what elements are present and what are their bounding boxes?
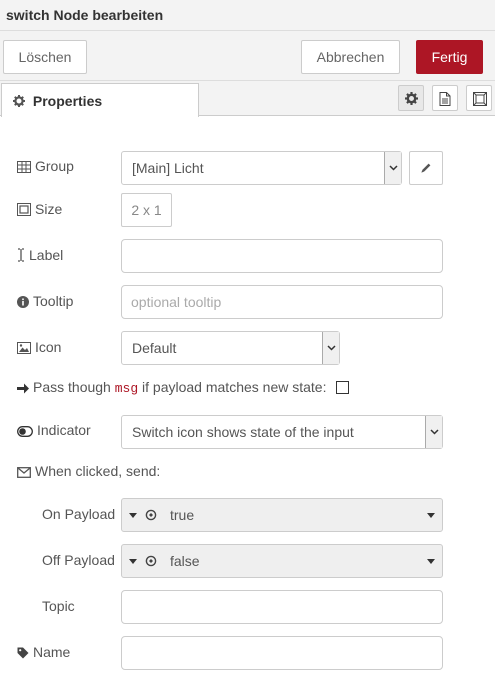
icon-select-value: Default: [132, 340, 177, 356]
chevron-down-icon: [430, 429, 439, 435]
table-icon: [17, 161, 31, 173]
done-button[interactable]: Fertig: [416, 40, 483, 74]
description-tab-button[interactable]: [432, 85, 458, 111]
delete-button[interactable]: Löschen: [3, 40, 87, 74]
label-input[interactable]: [121, 239, 443, 273]
caret-down-icon: [129, 513, 137, 518]
caret-down-icon: [427, 513, 435, 518]
name-label: Name: [17, 644, 70, 660]
document-icon: [439, 92, 451, 106]
appearance-tab-button[interactable]: [466, 85, 492, 111]
passthrough-code: msg: [114, 381, 139, 396]
cancel-button[interactable]: Abbrechen: [301, 40, 400, 74]
name-label-text: Name: [33, 644, 71, 660]
edit-group-button[interactable]: [409, 151, 443, 185]
icon-select[interactable]: Default: [121, 331, 340, 365]
indicator-select-value: Switch icon shows state of the input: [132, 424, 354, 440]
tooltip-placeholder: optional tooltip: [131, 294, 222, 310]
icon-select-arrow: [322, 332, 339, 364]
off-payload-value: false: [170, 553, 200, 569]
dialog-toolbar: Löschen Abbrechen Fertig: [0, 31, 495, 81]
gear-icon: [405, 92, 418, 105]
size-label-text: Size: [35, 201, 63, 217]
settings-tab-button[interactable]: [398, 85, 424, 111]
off-payload-label: Off Payload: [42, 552, 115, 568]
label-label-text: Label: [29, 247, 64, 263]
toggle-icon: [17, 426, 33, 437]
when-clicked-text: When clicked, send:: [35, 463, 161, 479]
pencil-icon: [421, 163, 431, 173]
group-select-value: [Main] Licht: [132, 160, 204, 176]
name-input[interactable]: [121, 636, 443, 670]
group-select-arrow: [384, 152, 401, 184]
group-select[interactable]: [Main] Licht: [121, 151, 402, 185]
tooltip-input[interactable]: optional tooltip: [121, 285, 443, 319]
passthrough-suffix: if payload matches new state:: [142, 379, 327, 395]
gear-icon: [13, 95, 25, 107]
indicator-label: Indicator: [17, 422, 91, 438]
on-payload-input[interactable]: true: [121, 498, 443, 532]
group-label-text: Group: [35, 158, 74, 174]
chevron-down-icon: [389, 165, 398, 171]
passthrough-label: Pass though msg if payload matches new s…: [17, 379, 326, 396]
size-label: Size: [17, 201, 62, 217]
tooltip-label-text: Tooltip: [33, 293, 74, 309]
passthrough-checkbox[interactable]: [336, 381, 349, 394]
caret-down-icon: [129, 559, 137, 564]
caret-down-icon: [427, 559, 435, 564]
arrow-right-icon: [17, 383, 29, 394]
passthrough-prefix: Pass though: [33, 379, 111, 395]
indicator-label-text: Indicator: [37, 422, 91, 438]
tab-properties[interactable]: Properties: [1, 83, 199, 117]
indicator-select-arrow: [425, 416, 442, 448]
icon-label-text: Icon: [35, 339, 62, 355]
tooltip-label: Tooltip: [17, 293, 73, 309]
frame-icon: [473, 92, 487, 106]
topic-label: Topic: [42, 598, 75, 614]
tab-properties-label: Properties: [32, 93, 103, 109]
tab-bar: Properties: [0, 81, 495, 117]
topic-input[interactable]: [121, 590, 443, 624]
when-clicked-label: When clicked, send:: [17, 463, 160, 479]
label-label: Label: [17, 247, 63, 263]
indicator-select[interactable]: Switch icon shows state of the input: [121, 415, 443, 449]
dialog-title: switch Node bearbeiten: [0, 0, 495, 31]
size-button[interactable]: 2 x 1: [121, 193, 172, 227]
off-payload-input[interactable]: false: [121, 544, 443, 578]
image-icon: [17, 342, 31, 354]
icon-label: Icon: [17, 339, 61, 355]
tag-icon: [17, 647, 29, 659]
chevron-down-icon: [327, 345, 336, 351]
frame-icon: [17, 203, 31, 216]
info-circle-icon: [17, 296, 29, 308]
boolean-type-icon: [145, 509, 157, 521]
boolean-type-icon: [145, 555, 157, 567]
text-cursor-icon: [18, 248, 24, 262]
on-payload-label: On Payload: [42, 506, 116, 522]
group-label: Group: [17, 158, 74, 174]
envelope-icon: [17, 467, 31, 478]
on-payload-value: true: [170, 507, 195, 523]
